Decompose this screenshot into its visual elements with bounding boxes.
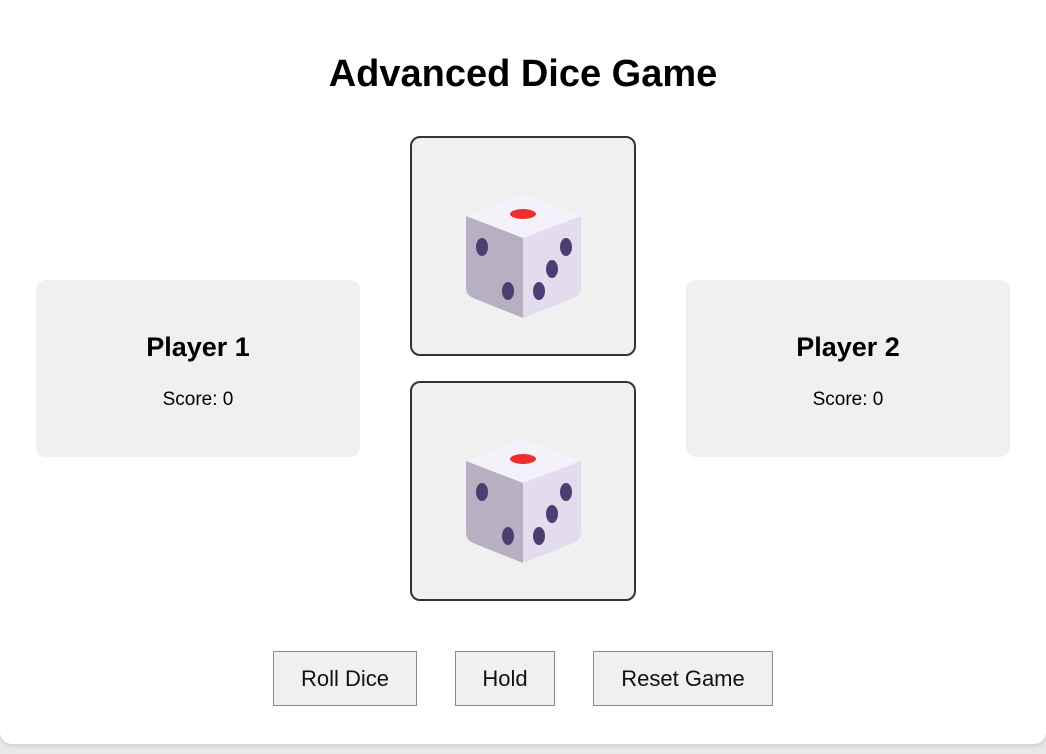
hold-button[interactable]: Hold [455, 651, 555, 706]
player-1-score: Score: 0 [162, 389, 234, 410]
player-1-name: Player 1 [146, 332, 250, 362]
player-2-name: Player 2 [796, 332, 900, 362]
player-1-panel: Player 1 Score: 0 [36, 280, 360, 457]
dice-1-display [410, 136, 636, 356]
page-title: Advanced Dice Game [328, 53, 718, 95]
player-2-score: Score: 0 [812, 389, 884, 410]
reset-game-button[interactable]: Reset Game [593, 651, 773, 706]
roll-dice-button[interactable]: Roll Dice [273, 651, 417, 706]
dice-icon [466, 439, 581, 563]
dice-icon [466, 194, 581, 318]
player-2-panel: Player 2 Score: 0 [686, 280, 1010, 457]
dice-2-display [410, 381, 636, 601]
